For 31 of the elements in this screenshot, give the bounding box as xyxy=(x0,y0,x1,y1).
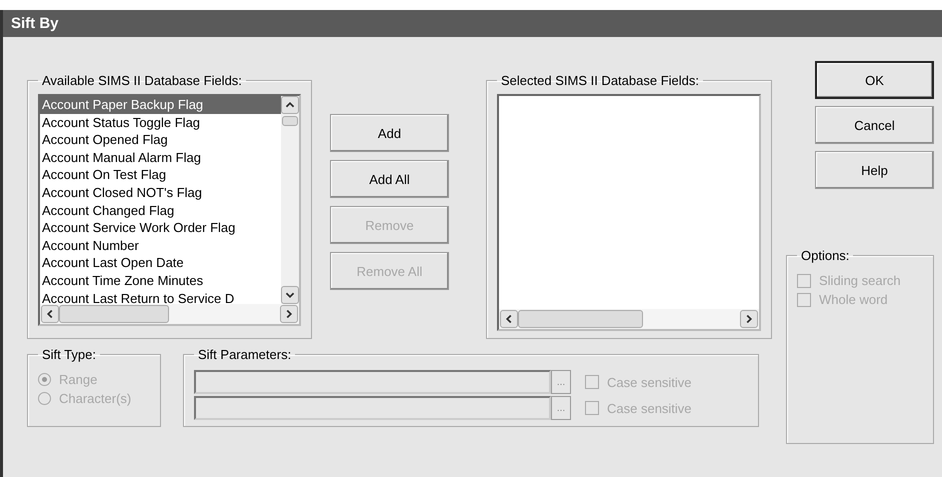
list-item[interactable]: Account Service Work Order Flag xyxy=(40,219,281,237)
available-fields-list[interactable] xyxy=(38,94,301,326)
dialog-button[interactable]: Help xyxy=(815,151,934,189)
group-label: Selected SIMS II Database Fields: xyxy=(500,73,700,88)
dialog-button[interactable]: OK xyxy=(815,61,934,99)
list-item[interactable]: Account Changed Flag xyxy=(40,202,281,220)
selected-fields-list[interactable] xyxy=(497,94,761,331)
group-label: Sift Type: xyxy=(41,347,97,362)
dialog-button[interactable]: Cancel xyxy=(815,106,934,144)
list-item[interactable]: Account Last Return to Service D xyxy=(40,290,281,304)
vertical-scrollbar[interactable] xyxy=(281,96,299,304)
group-label: Available SIMS II Database Fields: xyxy=(41,73,243,88)
list-item[interactable]: Account Status Toggle Flag xyxy=(40,114,281,132)
window-title: Sift By xyxy=(3,10,942,37)
list-item[interactable]: Account On Test Flag xyxy=(40,166,281,184)
horizontal-scrollbar[interactable] xyxy=(40,304,299,324)
scroll-thumb[interactable] xyxy=(518,310,643,328)
group-label: Options: xyxy=(800,248,850,263)
list-item[interactable]: Account Opened Flag xyxy=(40,131,281,149)
scroll-thumb[interactable] xyxy=(59,305,169,323)
move-button[interactable]: Add All xyxy=(330,160,449,198)
list-item[interactable]: Account Time Zone Minutes xyxy=(40,272,281,290)
list-item[interactable]: Account Number xyxy=(40,236,281,254)
group-label: Sift Parameters: xyxy=(197,347,292,362)
list-item[interactable]: Account Closed NOT's Flag xyxy=(40,184,281,202)
list-item[interactable]: Account Last Open Date xyxy=(40,254,281,272)
list-item[interactable]: Account Paper Backup Flag xyxy=(40,96,281,114)
horizontal-scrollbar[interactable] xyxy=(499,309,759,329)
list-item[interactable]: Account Manual Alarm Flag xyxy=(40,148,281,166)
scroll-thumb[interactable] xyxy=(282,116,298,126)
move-button[interactable]: Add xyxy=(330,114,449,152)
